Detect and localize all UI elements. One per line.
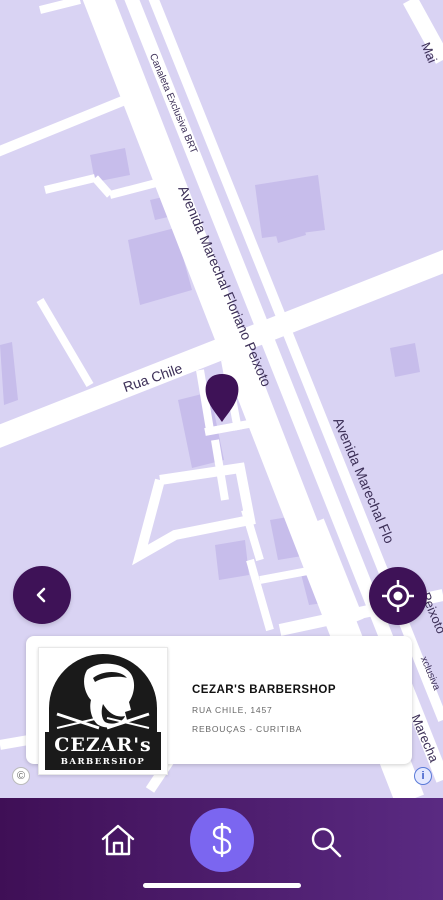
info-icon[interactable]: i bbox=[414, 767, 432, 785]
business-card[interactable]: CEZAR's BARBERSHOP CEZAR'S BARBERSHOP RU… bbox=[26, 636, 412, 775]
business-name: CEZAR'S BARBERSHOP bbox=[192, 684, 336, 696]
business-address-line2: REBOUÇAS - CURITIBA bbox=[192, 724, 303, 734]
nav-search-button[interactable] bbox=[306, 822, 346, 862]
my-location-button[interactable] bbox=[369, 567, 427, 625]
logo-title: CEZAR's bbox=[54, 734, 152, 756]
business-address-line1: RUA CHILE, 1457 bbox=[192, 705, 273, 715]
chevron-left-icon bbox=[36, 587, 46, 603]
logo-subtitle: BARBERSHOP bbox=[60, 757, 146, 767]
nav-payments-button[interactable] bbox=[190, 808, 254, 872]
home-icon bbox=[101, 824, 135, 856]
search-icon bbox=[311, 827, 342, 858]
home-indicator[interactable] bbox=[143, 883, 301, 888]
business-logo: CEZAR's BARBERSHOP bbox=[38, 647, 168, 775]
crosshair-icon bbox=[382, 580, 414, 612]
back-button[interactable] bbox=[13, 566, 71, 624]
dollar-icon bbox=[212, 822, 232, 858]
map-attribution-icon[interactable]: © bbox=[12, 767, 30, 785]
nav-home-button[interactable] bbox=[98, 820, 138, 860]
